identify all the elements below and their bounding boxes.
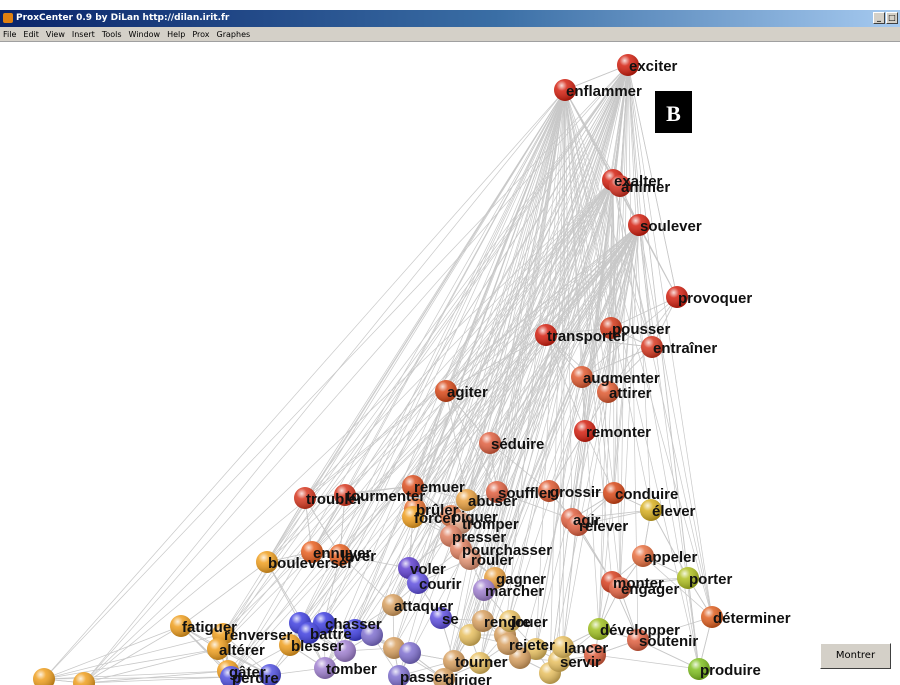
graph-node-label: tomber — [326, 661, 377, 678]
graph-node-label: rouler — [471, 552, 514, 569]
app-icon — [3, 13, 13, 23]
graph-node-label: provoquer — [678, 290, 752, 307]
graph-node-label: courir — [419, 576, 462, 593]
graph-edge — [344, 89, 566, 652]
graph-node-label: marcher — [485, 583, 544, 600]
graph-node-label: remonter — [586, 424, 651, 441]
maximize-button[interactable]: □ — [886, 12, 898, 24]
graph-edge — [83, 64, 629, 684]
graph-edge — [43, 625, 182, 680]
graph-node-label: soutenir — [639, 633, 698, 650]
graph-node-label: rejeter — [509, 637, 555, 654]
panel-letter-label: B — [655, 91, 692, 133]
graph-node-label: forcer — [414, 510, 457, 527]
graph-node-label: séduire — [491, 436, 544, 453]
graph-node-label: remuer — [414, 479, 465, 496]
window-title-bar: ProxCenter 0.9 by DiLan http://dilan.iri… — [0, 10, 900, 27]
graph-node-label: battre — [310, 626, 352, 643]
graph-node-label: produire — [700, 662, 761, 679]
window-controls: _ □ — [873, 12, 898, 25]
window-title: ProxCenter 0.9 by DiLan http://dilan.iri… — [16, 13, 230, 23]
graph-node-label: exciter — [629, 58, 678, 75]
menu-prox[interactable]: Prox — [192, 27, 209, 41]
menu-view[interactable]: View — [46, 27, 65, 41]
graph-edge — [180, 561, 268, 627]
graph-node-label: bouleverser — [268, 555, 353, 572]
graph-edge — [83, 625, 182, 684]
graph-node-label: attirer — [609, 385, 652, 402]
menu-tools[interactable]: Tools — [102, 27, 122, 41]
menu-graphes[interactable]: Graphes — [217, 27, 251, 41]
menu-file[interactable]: File — [3, 27, 16, 41]
graph-node-label: agiter — [447, 384, 488, 401]
graph-node-label: soulever — [640, 218, 702, 235]
minimize-button[interactable]: _ — [873, 12, 885, 24]
menu-bar: File Edit View Insert Tools Window Help … — [0, 27, 900, 42]
menu-help[interactable]: Help — [167, 27, 185, 41]
graph-node-label: passer — [400, 669, 449, 685]
graph-node-label: tourner — [455, 654, 508, 671]
menu-insert[interactable]: Insert — [72, 27, 95, 41]
graph-node-label: élever — [652, 503, 696, 520]
graph-canvas[interactable]: exciter enflammer exalter animer soulever pro… — [0, 43, 900, 685]
graph-node-label: entraîner — [653, 340, 717, 357]
show-button[interactable]: Montrer — [820, 643, 891, 669]
graph-node-label: se — [442, 611, 459, 628]
graph-node-label: relever — [579, 518, 628, 535]
graph-node-label: conduire — [615, 486, 678, 503]
menu-window[interactable]: Window — [129, 27, 161, 41]
graph-node-label: perdre — [232, 670, 279, 685]
graph-node-label: transporter — [547, 328, 627, 345]
graph-node-label: diriger — [445, 672, 492, 685]
menu-edit[interactable]: Edit — [23, 27, 39, 41]
graph-node-label: porter — [689, 571, 733, 588]
graph-edge — [43, 648, 219, 680]
graph-node-label: altérer — [219, 642, 265, 659]
graph-node-label: enflammer — [566, 83, 642, 100]
graph-node-label: rendre — [484, 614, 531, 631]
graph-node-label: souffler — [498, 485, 553, 502]
graph-node-label: engager — [621, 581, 680, 598]
graph-node-label: lancer — [564, 640, 608, 657]
graph-svg[interactable]: exciterenflammerexalteranimersouleverpro… — [0, 43, 900, 685]
graph-node-label: animer — [621, 179, 670, 196]
graph-labels: exciterenflammerexalteranimersouleverpro… — [182, 58, 791, 685]
graph-node-label: appeler — [644, 549, 698, 566]
graph-node-label: grossir — [550, 484, 601, 501]
graph-node-shine — [399, 642, 421, 664]
graph-node-label: déterminer — [713, 610, 791, 627]
